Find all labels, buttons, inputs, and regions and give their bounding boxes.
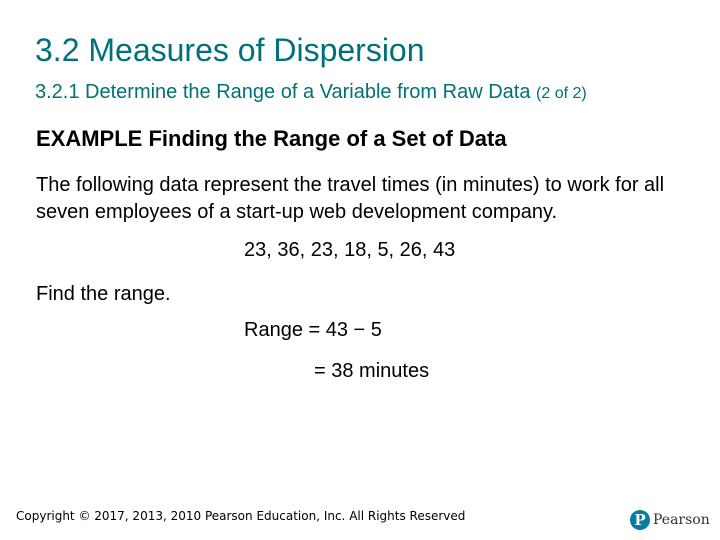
pearson-logo: P Pearson [630, 510, 710, 530]
example-paragraph: The following data represent the travel … [36, 174, 665, 223]
range-equation-line-1: Range = 43 − 5 [244, 319, 382, 341]
subtitle-text: 3.2.1 Determine the Range of a Variable … [35, 81, 531, 103]
question-prompt: Find the range. [36, 283, 171, 305]
slide-title: 3.2 Measures of Dispersion [35, 32, 425, 68]
pearson-logo-icon: P [630, 510, 650, 530]
copyright-notice: Copyright © 2017, 2013, 2010 Pearson Edu… [16, 509, 466, 523]
slide-subtitle: 3.2.1 Determine the Range of a Variable … [35, 82, 587, 102]
range-equation-line-2: = 38 minutes [314, 360, 430, 382]
subtitle-part-indicator: (2 of 2) [536, 85, 587, 102]
example-heading: EXAMPLE Finding the Range of a Set of Da… [36, 126, 507, 151]
dataset-values: 23, 36, 23, 18, 5, 26, 43 [244, 239, 456, 261]
pearson-logo-text: Pearson [653, 512, 710, 528]
